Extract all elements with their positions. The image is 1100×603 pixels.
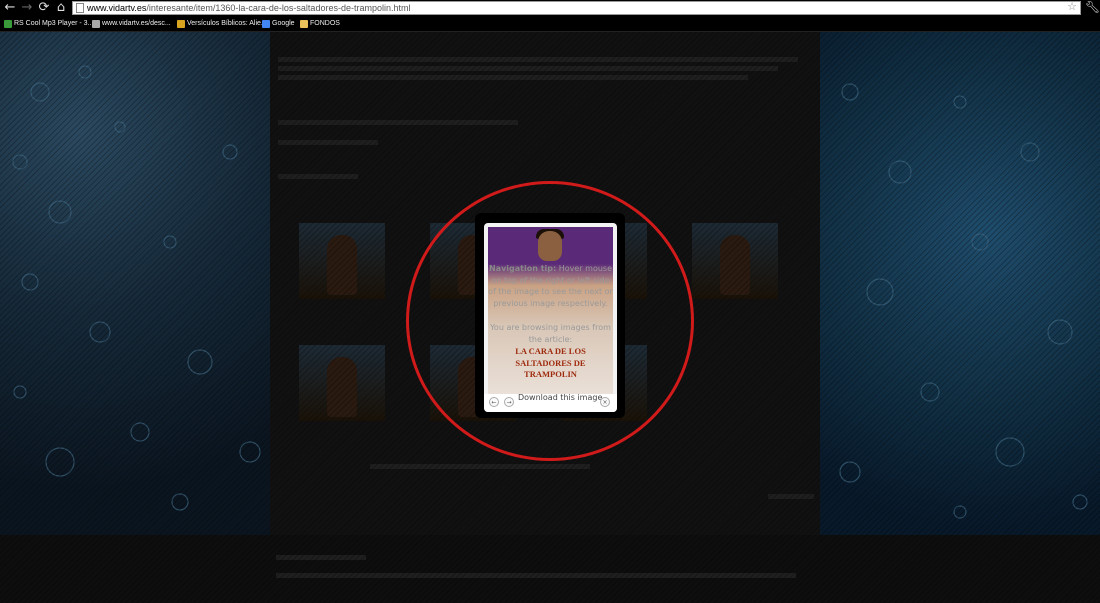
address-bar[interactable]: www.vidartv.es/interesante/item/1360-la-… [72,1,1081,15]
bookmarks-bar: RS Cool Mp3 Player - 3... www.vidartv.es… [0,17,1100,32]
bookmark-label: www.vidartv.es/desc... [102,20,171,27]
page-icon [76,3,84,13]
bookmark-label: Google [272,20,295,27]
bookmark-favicon [4,20,12,28]
bookmark-label: FONDOS [310,20,340,27]
folder-icon [300,20,308,28]
bookmark-star-icon[interactable]: ☆ [1067,1,1077,13]
forward-icon[interactable]: → [20,1,34,15]
bookmark-label: Versículos Bíblicos: Alie... [187,20,267,27]
url-path: /interesante/item/1360-la-cara-de-los-sa… [146,3,411,13]
wrench-icon[interactable]: 🔧︎ [1085,0,1100,16]
bookmark-favicon [177,20,185,28]
bookmark-item[interactable]: FONDOS [300,18,340,30]
bookmark-item[interactable]: Google [262,18,295,30]
browser-toolbar: ← → ⟳ ⌂ www.vidartv.es/interesante/item/… [0,0,1100,17]
url-domain: www.vidartv.es [87,3,147,13]
home-icon[interactable]: ⌂ [54,1,68,15]
back-icon[interactable]: ← [3,1,17,15]
bookmark-label: RS Cool Mp3 Player - 3... [14,20,94,27]
bookmark-item[interactable]: RS Cool Mp3 Player - 3... [4,18,93,30]
bookmark-favicon [92,20,100,28]
bookmark-item[interactable]: www.vidartv.es/desc... [92,18,171,30]
google-icon [262,20,270,28]
reload-icon[interactable]: ⟳ [37,1,51,15]
bookmark-item[interactable]: Versículos Bíblicos: Alie... [177,18,267,30]
highlight-circle [406,181,694,461]
